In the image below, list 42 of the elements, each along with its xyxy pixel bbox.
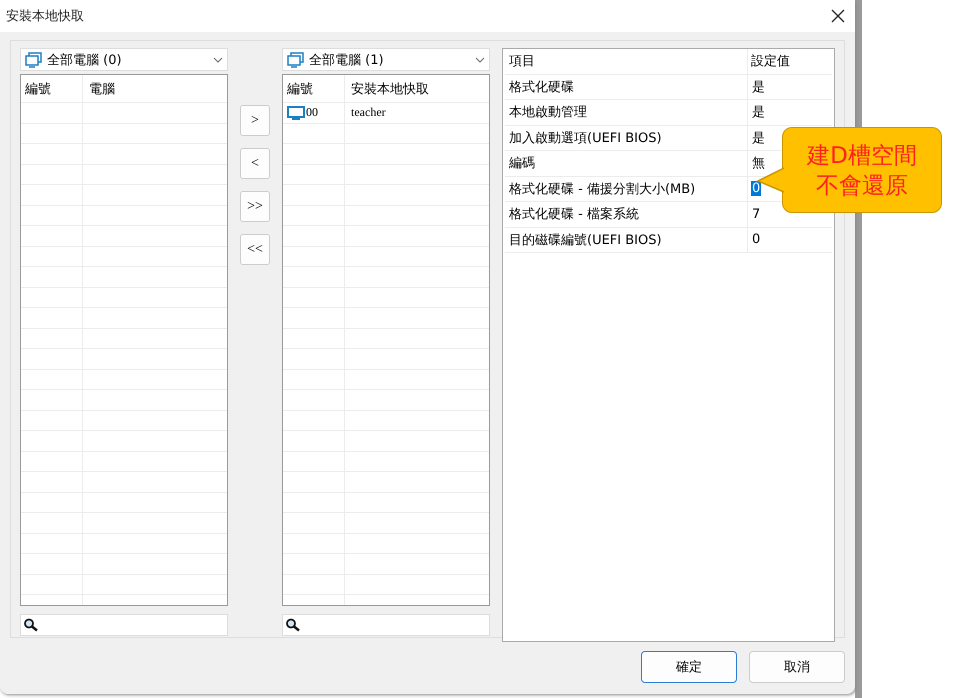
table-cell[interactable]: 是 <box>751 103 766 122</box>
search-field[interactable] <box>282 614 490 636</box>
group-dropdown[interactable]: 全部電腦 (1) <box>282 48 490 71</box>
table-cell[interactable]: 0 <box>751 181 762 196</box>
column-header[interactable]: 電腦 <box>83 75 227 102</box>
computers-icon <box>287 52 305 68</box>
transfer-button[interactable]: > <box>240 105 270 136</box>
table-cell[interactable]: 7 <box>751 206 762 222</box>
column-header[interactable]: 編號 <box>21 75 83 102</box>
table-cell: 加入啟動選項(UEFI BIOS) <box>505 126 748 150</box>
close-icon[interactable] <box>831 9 845 23</box>
group-dropdown[interactable]: 全部電腦 (0) <box>20 48 228 71</box>
computers-icon <box>25 52 43 68</box>
window-title: 安裝本地快取 <box>6 8 84 25</box>
transfer-button[interactable]: << <box>240 234 270 265</box>
table-cell: 00 <box>306 105 318 120</box>
callout-bubble: 建D槽空間 不會還原 <box>782 127 942 213</box>
table-cell: 格式化硬碟 - 備援分割大小(MB) <box>505 176 748 201</box>
column-header[interactable]: 編號 <box>283 75 345 102</box>
table-cell: 目的磁碟編號(UEFI BIOS) <box>505 228 748 252</box>
table-cell[interactable]: 是 <box>751 78 766 96</box>
monitor-icon <box>287 106 305 120</box>
chevron-down-icon <box>475 56 485 62</box>
search-icon <box>23 618 39 632</box>
transfer-button[interactable]: >> <box>240 191 270 222</box>
column-header[interactable]: 項目 <box>505 49 748 74</box>
table-cell[interactable]: 0 <box>751 232 762 248</box>
table-cell[interactable]: 無 <box>751 154 766 172</box>
column-header[interactable]: 設定值 <box>748 49 832 74</box>
search-icon <box>285 618 301 632</box>
column-header[interactable]: 安裝本地快取 <box>345 75 489 102</box>
table-cell: 格式化硬碟 - 檔案系統 <box>505 202 748 226</box>
dialog-button[interactable]: 確定 <box>641 651 737 683</box>
table-cell-text: teacher <box>350 104 387 122</box>
table-cell: 編碼 <box>505 151 748 176</box>
search-field[interactable] <box>20 614 228 636</box>
transfer-button[interactable]: < <box>240 148 270 179</box>
table-cell: 格式化硬碟 <box>505 74 748 99</box>
table-cell: 本地啟動管理 <box>505 100 748 124</box>
dialog-button[interactable]: 取消 <box>749 651 845 683</box>
chevron-down-icon <box>213 56 223 62</box>
table-cell[interactable]: 是 <box>751 128 766 147</box>
